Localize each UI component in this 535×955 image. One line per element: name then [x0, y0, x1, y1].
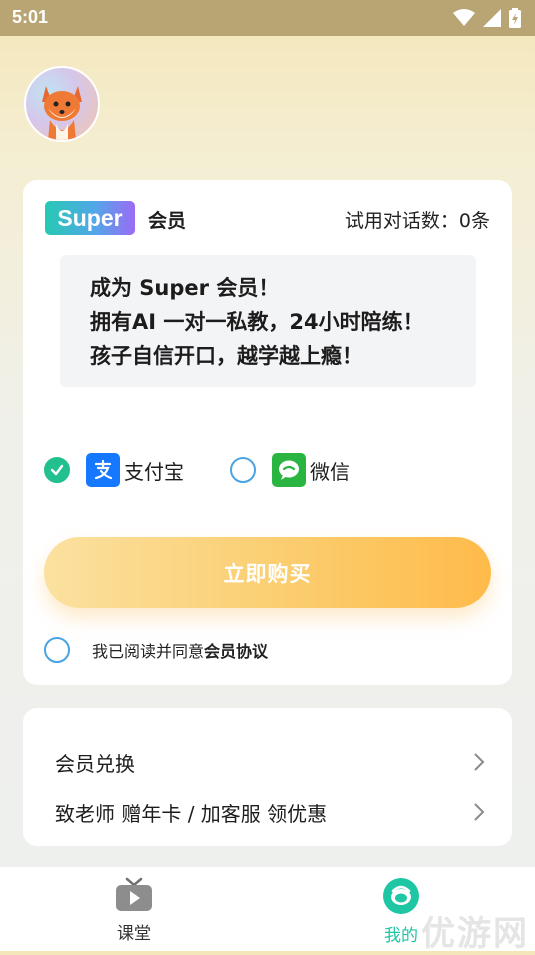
- nav-tab-classroom[interactable]: 课堂: [94, 877, 174, 944]
- menu-item-label: 致老师 赠年卡 / 加客服 领优惠: [55, 801, 328, 826]
- menu-item-redeem[interactable]: 会员兑换: [55, 742, 485, 782]
- status-icons: [453, 8, 521, 28]
- wifi-icon: [453, 9, 475, 26]
- alipay-icon: [86, 453, 120, 487]
- promo-line: 孩子自信开口，越学越上瘾！: [90, 344, 363, 368]
- promo-line: 成为 Super 会员！: [90, 276, 280, 300]
- buy-now-button[interactable]: 立即购买: [44, 537, 491, 608]
- alipay-radio[interactable]: [44, 457, 70, 483]
- payment-option-wechat[interactable]: 微信: [230, 452, 350, 488]
- status-time: 5:01: [12, 7, 49, 27]
- check-icon: [50, 464, 64, 476]
- wechat-icon: [272, 453, 306, 487]
- menu-card: 会员兑换 致老师 赠年卡 / 加客服 领优惠: [23, 708, 512, 846]
- promo-box: 成为 Super 会员！ 拥有AI 一对一私教，24小时陪练！ 孩子自信开口，越…: [60, 255, 476, 387]
- nav-label-classroom: 课堂: [117, 924, 151, 944]
- chevron-right-icon: [474, 803, 485, 821]
- membership-card: Super 会员 试用对话数：0条 成为 Super 会员！ 拥有AI 一对一私…: [23, 180, 512, 685]
- fox-avatar-icon: [42, 86, 82, 140]
- avatar[interactable]: [24, 66, 100, 142]
- tv-icon: [116, 877, 152, 911]
- wechat-radio[interactable]: [230, 457, 256, 483]
- payment-option-alipay[interactable]: 支付宝: [44, 452, 184, 488]
- agreement-row[interactable]: 我已阅读并同意会员协议: [44, 637, 268, 663]
- battery-icon: [509, 8, 521, 28]
- chevron-right-icon: [474, 753, 485, 771]
- wechat-label: 微信: [310, 459, 350, 484]
- menu-item-teacher-offer[interactable]: 致老师 赠年卡 / 加客服 领优惠: [55, 792, 485, 832]
- alipay-label: 支付宝: [124, 459, 184, 484]
- agreement-checkbox[interactable]: [44, 637, 70, 663]
- profile-icon: [383, 878, 419, 914]
- agreement-text: 我已阅读并同意会员协议: [92, 638, 268, 662]
- watermark: 优游网: [421, 914, 529, 954]
- promo-line: 拥有AI 一对一私教，24小时陪练！: [90, 310, 424, 334]
- member-agreement-link[interactable]: 会员协议: [204, 642, 268, 661]
- super-badge: Super: [45, 201, 135, 235]
- status-bar: 5:01: [0, 0, 535, 36]
- agreement-prefix: 我已阅读并同意: [92, 642, 205, 661]
- trial-count: 试用对话数：0条: [344, 210, 490, 232]
- member-label: 会员: [148, 210, 187, 232]
- menu-item-label: 会员兑换: [55, 751, 135, 776]
- signal-icon: [483, 9, 501, 27]
